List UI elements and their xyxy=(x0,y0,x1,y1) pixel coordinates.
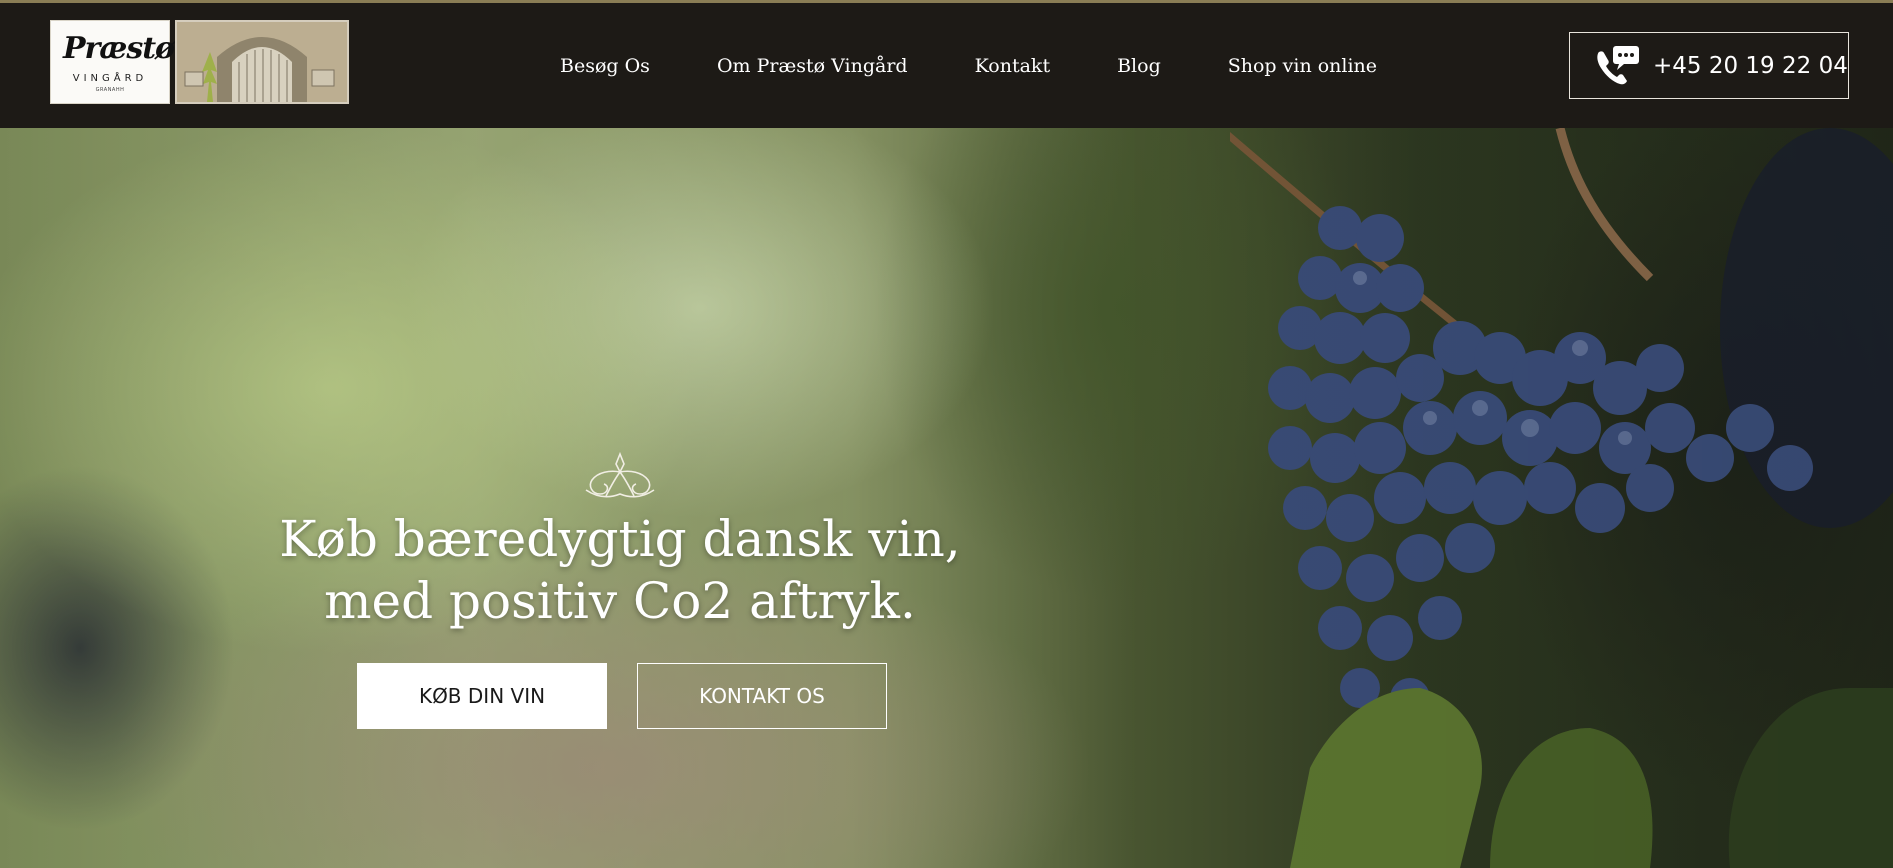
nav-item-blog[interactable]: Blog xyxy=(1117,55,1161,77)
logo-text: Præstø xyxy=(63,31,175,66)
hero-section: Køb bæredygtig dansk vin, med positiv Co… xyxy=(0,128,1893,868)
nav-item-kontakt[interactable]: Kontakt xyxy=(975,55,1050,77)
buy-wine-button[interactable]: KØB DIN VIN xyxy=(357,663,607,729)
cellar-door-image xyxy=(175,20,349,104)
contact-us-button[interactable]: KONTAKT OS xyxy=(637,663,887,729)
fleur-ornament-icon xyxy=(585,451,655,498)
logo[interactable]: Præstø VINGÅRD GRANAHH xyxy=(50,20,175,104)
logo-tiny-text: GRANAHH xyxy=(95,87,125,93)
main-nav: Besøg Os Om Præstø Vingård Kontakt Blog … xyxy=(560,3,1377,128)
hero-title-line-2: med positiv Co2 aftryk. xyxy=(324,572,916,630)
hero-overlay xyxy=(0,128,1893,868)
phone-chat-icon xyxy=(1597,45,1639,84)
phone-button[interactable]: +45 20 19 22 04 xyxy=(1569,32,1849,99)
nav-item-besog-os[interactable]: Besøg Os xyxy=(560,55,650,77)
phone-number: +45 20 19 22 04 xyxy=(1653,52,1848,79)
logo-subtitle: VINGÅRD xyxy=(72,73,148,84)
site-header: Præstø VINGÅRD GRANAHH Besøg Os Om Præst… xyxy=(0,3,1893,128)
nav-item-om-praesto-vingard[interactable]: Om Præstø Vingård xyxy=(717,55,908,77)
hero-title-line-1: Køb bæredygtig dansk vin, xyxy=(279,510,961,568)
nav-item-shop-vin-online[interactable]: Shop vin online xyxy=(1228,55,1377,77)
hero-title: Køb bæredygtig dansk vin, med positiv Co… xyxy=(260,508,980,632)
